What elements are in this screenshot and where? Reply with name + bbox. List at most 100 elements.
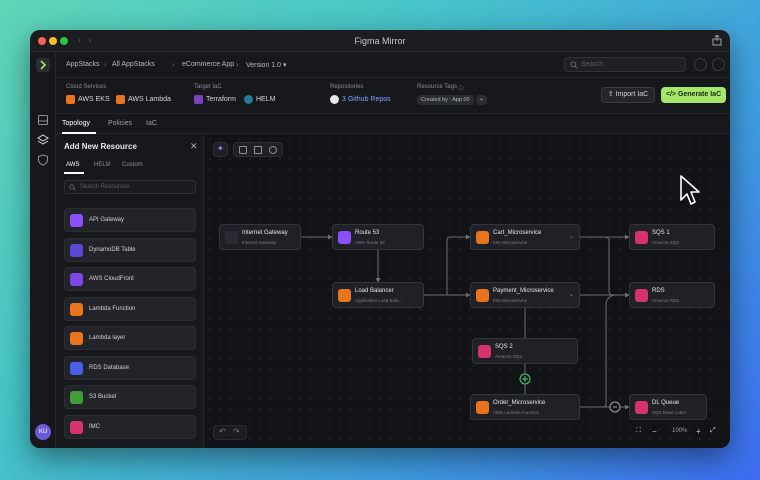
window-title: Figma Mirror bbox=[354, 36, 406, 46]
lambda-icon bbox=[70, 302, 83, 316]
breadcrumb-ecommerce-app[interactable]: eCommerce App bbox=[182, 61, 234, 68]
undo-icon[interactable]: ↶ bbox=[219, 427, 226, 436]
cart-icon bbox=[476, 231, 489, 244]
node-internet-gateway[interactable]: Internet Gateway Internet Gateway bbox=[219, 224, 301, 250]
user-avatar[interactable]: KU bbox=[35, 424, 51, 440]
resource-item[interactable]: DynamoDB Table bbox=[64, 237, 196, 262]
node-subtitle: SQS Dead Letter bbox=[652, 410, 687, 415]
resource-item[interactable]: AWS CloudFront bbox=[64, 267, 196, 291]
node-route53[interactable]: Route 53 AWS Route 53 bbox=[332, 224, 424, 250]
inbox-icon[interactable] bbox=[37, 114, 49, 126]
edge-handle-icon[interactable] bbox=[609, 401, 621, 413]
zoom-in-button[interactable]: + bbox=[696, 427, 701, 436]
node-subtitle: Internet Gateway bbox=[242, 240, 277, 245]
fullscreen-icon[interactable]: ⤢ bbox=[710, 427, 716, 435]
resource-tag-chip[interactable]: Created by : App 00 bbox=[417, 95, 474, 105]
fit-view-icon[interactable]: ⛶ bbox=[636, 427, 641, 435]
node-rds[interactable]: RDS Amazon RDS bbox=[629, 282, 715, 308]
resource-item[interactable]: Lambda Function bbox=[64, 296, 196, 321]
title-bar: ‹ › Figma Mirror bbox=[30, 30, 730, 52]
resource-item[interactable]: IMC bbox=[64, 414, 196, 439]
info-icon[interactable]: ⓘ bbox=[458, 84, 464, 93]
bell-icon[interactable] bbox=[694, 58, 707, 71]
edge-cart-rds bbox=[580, 236, 630, 298]
share-icon[interactable] bbox=[712, 35, 722, 46]
node-subtitle: Amazon RDS bbox=[652, 298, 680, 303]
terraform-icon bbox=[194, 95, 203, 104]
node-name: Route 53 bbox=[355, 230, 380, 236]
code-icon: </> bbox=[665, 91, 678, 98]
add-tag-button[interactable]: + bbox=[476, 95, 488, 105]
mouse-cursor-icon bbox=[680, 175, 700, 205]
breadcrumb-all-appstacks[interactable]: All AppStacks bbox=[112, 61, 155, 68]
side-rail: KU bbox=[30, 52, 56, 448]
dl-queue-icon bbox=[635, 401, 648, 414]
resource-item-label: RDS Database bbox=[89, 364, 130, 371]
node-subtitle: Amazon SQS bbox=[652, 240, 680, 245]
panel-tab-helm[interactable]: HELM bbox=[94, 162, 111, 168]
node-order[interactable]: Order_Microservice AWS Lambda Function bbox=[470, 394, 580, 420]
github-icon bbox=[330, 95, 339, 104]
breadcrumb-separator: › bbox=[104, 60, 107, 69]
generate-iac-button[interactable]: </> Generate IaC bbox=[661, 87, 726, 103]
node-dl-queue[interactable]: DL Queue SQS Dead Letter bbox=[629, 394, 707, 420]
node-subtitle: AWS Lambda Function bbox=[493, 410, 540, 415]
app-logo[interactable] bbox=[36, 58, 50, 72]
panel-title: Add New Resource bbox=[64, 142, 137, 151]
chevron-down-icon[interactable]: ⌄ bbox=[569, 233, 574, 240]
breadcrumb-appstacks[interactable]: AppStacks bbox=[66, 61, 99, 68]
redo-icon[interactable]: ↷ bbox=[233, 427, 240, 436]
cloudfront-icon bbox=[70, 273, 83, 286]
internet-gateway-icon bbox=[225, 231, 238, 244]
panel-tab-aws[interactable]: AWS bbox=[66, 162, 79, 168]
version-selector[interactable]: Version 1.0 ▾ bbox=[246, 61, 287, 69]
resource-search-input[interactable]: Search Resources bbox=[64, 180, 196, 194]
zoom-out-button[interactable]: − bbox=[652, 427, 657, 436]
add-connection-icon[interactable] bbox=[519, 373, 531, 385]
settings-icon[interactable] bbox=[712, 58, 725, 71]
cloud-service-lambda: AWS Lambda bbox=[128, 96, 171, 103]
shield-icon[interactable] bbox=[37, 154, 49, 166]
search-input[interactable]: Search bbox=[564, 57, 686, 72]
node-load-balancer[interactable]: Load Balancer Application Load Bala... bbox=[332, 282, 424, 308]
resource-item[interactable]: RDS Database bbox=[64, 355, 196, 380]
imc-icon bbox=[70, 420, 83, 434]
resource-item[interactable]: API Gateway bbox=[64, 208, 196, 232]
search-icon bbox=[570, 61, 578, 69]
route53-icon bbox=[338, 231, 351, 244]
node-name: DL Queue bbox=[652, 400, 680, 406]
layers-icon[interactable] bbox=[37, 134, 49, 146]
payment-icon bbox=[476, 289, 489, 302]
topology-canvas[interactable]: ✦ Internet Gateway Internet Gateway Route … bbox=[205, 134, 730, 448]
node-cart[interactable]: Cart_Microservice K8s Microservice ⌄ bbox=[470, 224, 580, 250]
node-name: Cart_Microservice bbox=[493, 230, 542, 236]
resource-item-label: API Gateway bbox=[89, 217, 125, 223]
panel-tab-custom[interactable]: Custom bbox=[122, 162, 143, 168]
eks-icon bbox=[66, 95, 75, 104]
resource-item-label: S3 Bucket bbox=[89, 394, 117, 400]
resource-item[interactable]: S3 Bucket bbox=[64, 385, 196, 409]
tab-iac[interactable]: IaC bbox=[146, 120, 157, 127]
breadcrumb-separator: › bbox=[172, 60, 175, 69]
node-name: Internet Gateway bbox=[242, 230, 288, 236]
node-sqs1[interactable]: SQS 1 Amazon SQS bbox=[629, 224, 715, 250]
tab-topology[interactable]: Topology bbox=[62, 120, 90, 127]
resource-item[interactable]: Lambda layer bbox=[64, 326, 196, 350]
stack-info-bar: Cloud Services AWS EKS AWS Lambda Target… bbox=[56, 78, 730, 114]
node-subtitle: K8s Microservice bbox=[493, 298, 528, 303]
node-payment[interactable]: Payment_Microservice K8s Microservice ⌄ bbox=[470, 282, 580, 308]
breadcrumb-separator: › bbox=[236, 60, 239, 69]
node-sqs2[interactable]: SQS 2 Amazon SQS bbox=[472, 338, 578, 364]
chevron-down-icon[interactable]: ⌄ bbox=[569, 291, 574, 298]
helm-icon bbox=[244, 95, 253, 104]
node-name: Load Balancer bbox=[355, 288, 394, 294]
resource-item-label: AWS CloudFront bbox=[89, 276, 134, 282]
zoom-level: 100% bbox=[672, 428, 688, 434]
resource-item-label: Lambda Function bbox=[89, 305, 136, 312]
search-placeholder: Search bbox=[581, 61, 604, 68]
repositories-link[interactable]: 3 Github Repos bbox=[342, 96, 391, 103]
tab-policies[interactable]: Policies bbox=[108, 120, 132, 127]
resource-search-placeholder: Search Resources bbox=[80, 184, 130, 190]
import-iac-button[interactable]: ⇪ Import IaC bbox=[601, 87, 655, 103]
close-icon[interactable]: ✕ bbox=[190, 141, 198, 152]
